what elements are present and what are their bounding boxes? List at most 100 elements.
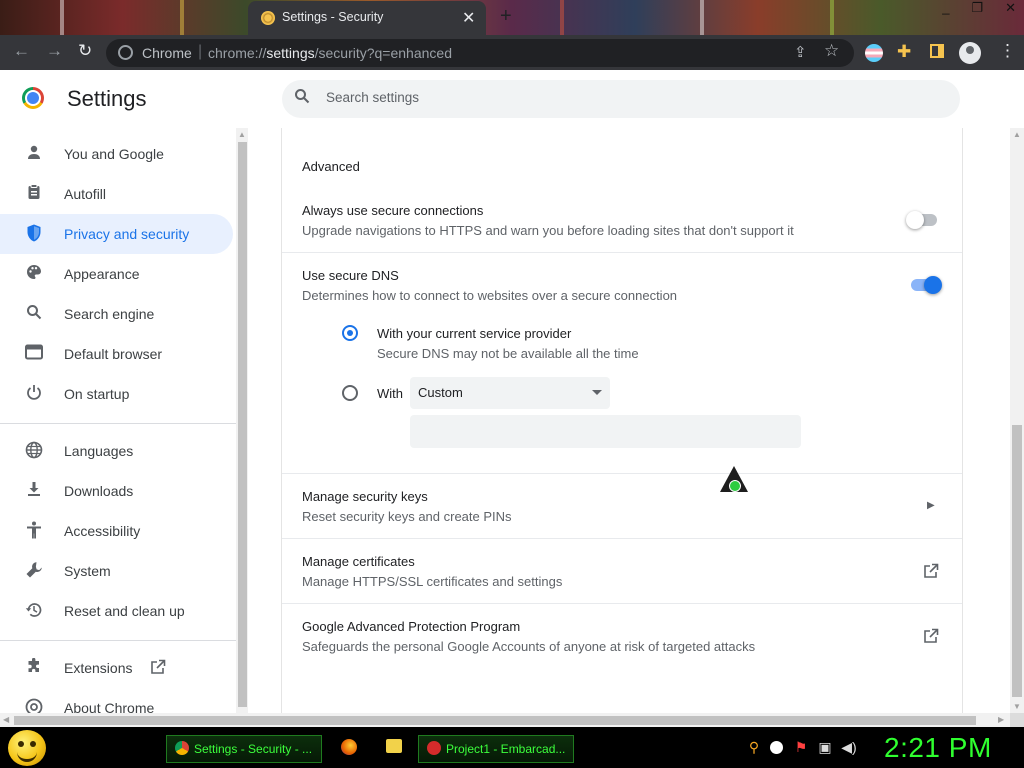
sidebar-item-you-and-google[interactable]: You and Google [0, 134, 233, 174]
sidebar-item-about-chrome[interactable]: About Chrome [0, 688, 233, 713]
row-title: Always use secure connections [302, 203, 484, 218]
sidebar-item-system[interactable]: System [0, 551, 233, 591]
row-title: Use secure DNS [302, 268, 399, 283]
secure-dns-toggle[interactable] [908, 276, 942, 294]
shield-icon [24, 224, 44, 244]
minimize-button[interactable]: _ [942, 0, 949, 16]
sidebar-item-autofill[interactable]: Autofill [0, 174, 233, 214]
volume-tray-icon[interactable]: ◀) [841, 739, 857, 755]
scroll-up-arrow-icon[interactable]: ▲ [1013, 130, 1021, 139]
clipboard-icon [24, 184, 44, 204]
sidebar-scrollbar-thumb[interactable] [238, 142, 247, 707]
sidebar-item-default-browser[interactable]: Default browser [0, 334, 233, 374]
maximize-button[interactable]: ❐ [971, 0, 983, 16]
row-subtitle: Manage HTTPS/SSL certificates and settin… [302, 574, 563, 589]
address-bar[interactable]: Chrome | chrome://settings/security?q=en… [106, 39, 854, 67]
dns-provider-select[interactable]: Custom [410, 377, 610, 409]
taskbar-item-label: Settings - Security - ... [194, 742, 313, 756]
messaging-tray-icon[interactable] [770, 741, 783, 754]
flag-tray-icon[interactable]: ⚑ [793, 739, 809, 755]
advanced-protection-row[interactable]: Google Advanced Protection Program Safeg… [282, 604, 962, 668]
sidebar-item-on-startup[interactable]: On startup [0, 374, 233, 414]
sidebar-item-accessibility[interactable]: Accessibility [0, 511, 233, 551]
profile-flag-icon[interactable] [865, 44, 883, 62]
forward-arrow-icon[interactable]: → [46, 41, 63, 61]
url-host: settings [266, 45, 315, 61]
puzzle-icon [24, 657, 44, 678]
sidebar-item-label: Autofill [64, 186, 107, 202]
power-icon [24, 384, 44, 404]
sidebar-item-extensions[interactable]: Extensions [0, 648, 233, 688]
sidebar-item-privacy-and-security[interactable]: Privacy and security [0, 214, 233, 254]
scroll-left-arrow-icon[interactable]: ◀ [3, 715, 9, 724]
settings-sidebar: You and Google Autofill Privacy and secu… [0, 128, 236, 713]
chevron-right-icon: ▶ [927, 500, 935, 511]
sidebar-item-downloads[interactable]: Downloads [0, 471, 233, 511]
https-only-toggle[interactable] [906, 211, 940, 229]
scroll-down-arrow-icon[interactable]: ▼ [1013, 702, 1021, 711]
tab-settings-security[interactable]: Settings - Security ✕ [248, 1, 486, 35]
row-title: Google Advanced Protection Program [302, 619, 521, 634]
section-title: Advanced [302, 159, 360, 174]
sidebar-item-search-engine[interactable]: Search engine [0, 294, 233, 334]
manage-certificates-row[interactable]: Manage certificates Manage HTTPS/SSL cer… [282, 539, 962, 603]
sidebar-item-label: Extensions [64, 660, 133, 676]
scroll-up-arrow-icon[interactable]: ▲ [238, 130, 246, 139]
side-panel-icon[interactable] [930, 44, 944, 58]
person-icon [24, 144, 44, 164]
os-taskbar: Settings - Security - ... Project1 - Emb… [0, 727, 1024, 768]
sidebar-item-label: Search engine [64, 306, 155, 322]
extensions-puzzle-icon[interactable]: ✚ [897, 42, 911, 62]
close-window-button[interactable]: ✕ [1005, 0, 1016, 16]
search-box[interactable] [282, 80, 960, 118]
sidebar-divider [0, 640, 236, 641]
horizontal-scrollbar-thumb[interactable] [14, 716, 976, 725]
wrench-icon [24, 561, 44, 581]
dns-custom-radio[interactable] [342, 385, 358, 401]
smiley-eyes [18, 741, 36, 747]
sidebar-item-label: Privacy and security [64, 226, 190, 242]
sidebar-item-label: On startup [64, 386, 130, 402]
page-title: Settings [67, 86, 147, 111]
menu-dots-icon[interactable]: ⋮ [999, 41, 1016, 61]
sidebar-item-appearance[interactable]: Appearance [0, 254, 233, 294]
tab-close-icon[interactable]: ✕ [462, 8, 475, 28]
bookmark-star-icon[interactable]: ☆ [824, 41, 839, 61]
firefox-icon[interactable] [341, 739, 357, 755]
taskbar-item-chrome-settings[interactable]: Settings - Security - ... [166, 735, 322, 763]
custom-dns-input[interactable] [410, 415, 801, 448]
file-manager-icon[interactable] [386, 739, 402, 753]
back-arrow-icon[interactable]: ← [13, 41, 30, 61]
start-button-smiley-icon[interactable] [8, 730, 46, 766]
sidebar-item-languages[interactable]: Languages [0, 431, 233, 471]
search-input[interactable] [324, 89, 928, 106]
sidebar-item-label: Appearance [64, 266, 140, 282]
toggle-knob [906, 211, 924, 229]
taskbar-item-embarcadero[interactable]: Project1 - Embarcad... [418, 735, 574, 763]
download-icon [24, 481, 44, 501]
main-scrollbar-thumb[interactable] [1012, 425, 1022, 697]
chrome-site-icon[interactable] [118, 45, 133, 60]
search-tray-icon[interactable]: ⚲ [746, 739, 762, 755]
secure-dns-row[interactable]: Use secure DNS Determines how to connect… [282, 253, 962, 313]
taskbar-clock[interactable]: 2:21 PM [884, 732, 992, 764]
toggle-knob [924, 276, 942, 294]
manage-security-keys-row[interactable]: Manage security keys Reset security keys… [282, 474, 962, 538]
open-in-new-icon [923, 628, 939, 644]
sidebar-item-reset-and-clean-up[interactable]: Reset and clean up [0, 591, 233, 631]
select-value: Custom [418, 385, 463, 400]
wallpaper-decoration [560, 0, 564, 35]
network-tray-icon[interactable]: ▣ [817, 739, 833, 755]
scroll-right-arrow-icon[interactable]: ▶ [998, 715, 1004, 724]
scrollbar-corner [1010, 713, 1024, 727]
row-subtitle: Determines how to connect to websites ov… [302, 288, 678, 303]
profile-avatar-icon[interactable] [959, 42, 981, 64]
sidebar-item-label: Accessibility [64, 523, 141, 539]
dns-current-provider-radio[interactable] [342, 325, 358, 341]
reload-icon[interactable]: ↻ [78, 41, 92, 61]
sidebar-divider [0, 423, 236, 424]
https-only-row[interactable]: Always use secure connections Upgrade na… [282, 188, 962, 252]
url-text[interactable]: chrome://settings/security?q=enhanced [208, 45, 452, 61]
share-icon[interactable]: ⇪ [794, 43, 807, 61]
new-tab-button[interactable]: + [500, 5, 512, 28]
